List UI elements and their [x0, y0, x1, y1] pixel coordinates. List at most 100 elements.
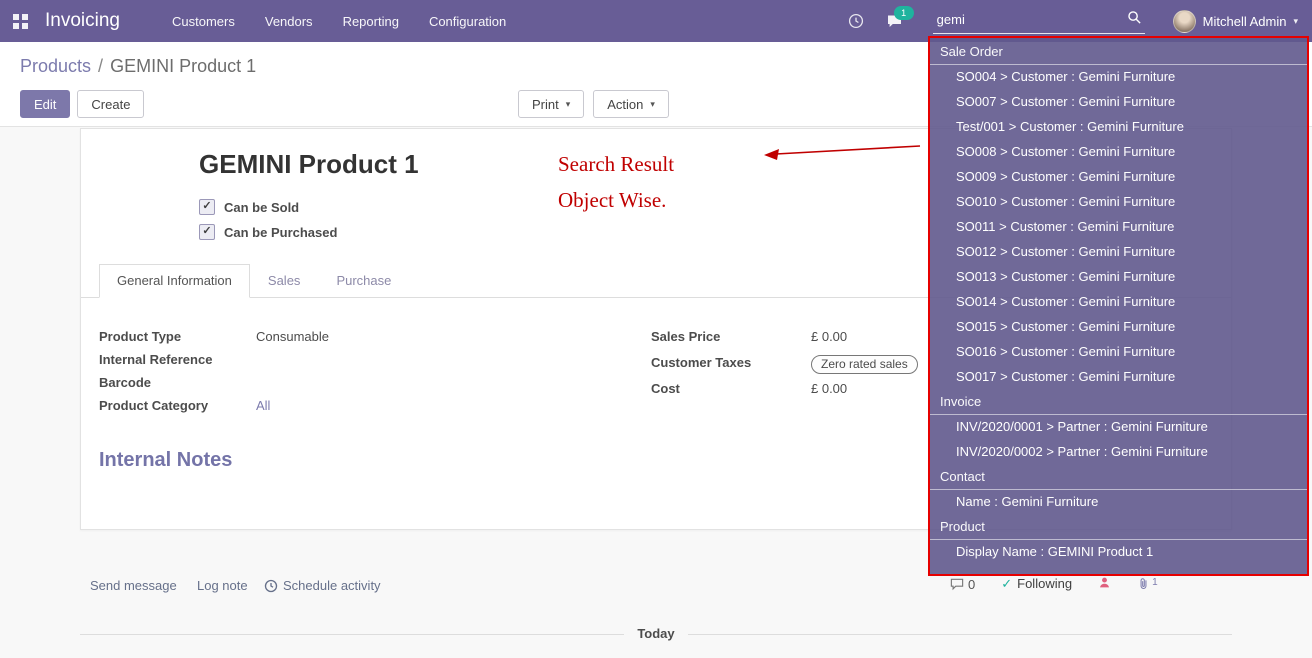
search-result-item[interactable]: SO004 > Customer : Gemini Furniture: [930, 65, 1307, 90]
screen: Invoicing Customers Vendors Reporting Confi…: [0, 0, 1312, 658]
field-value-sales-price: £ 0.00: [811, 329, 847, 344]
tab-sales[interactable]: Sales: [250, 264, 319, 297]
field-row: Product TypeConsumable: [99, 329, 529, 348]
notebook-tabs: General InformationSalesPurchase: [99, 264, 409, 297]
today-divider: Today: [80, 634, 1232, 653]
followers-icon[interactable]: [1098, 576, 1111, 592]
user-menu[interactable]: Mitchell Admin ▾: [1173, 10, 1298, 33]
product-title: GEMINI Product 1: [199, 149, 419, 180]
annotation-text: Search Result Object Wise.: [558, 146, 674, 218]
following-button[interactable]: ✓ Following: [1001, 576, 1072, 592]
search-result-item[interactable]: Test/001 > Customer : Gemini Furniture: [930, 115, 1307, 140]
search-result-item[interactable]: SO009 > Customer : Gemini Furniture: [930, 165, 1307, 190]
tab-purchase[interactable]: Purchase: [318, 264, 409, 297]
navbar-menu-reporting[interactable]: Reporting: [343, 14, 399, 29]
attachment-counter[interactable]: 1: [1137, 577, 1158, 591]
messages-icon[interactable]: 1: [886, 13, 903, 29]
schedule-activity-button[interactable]: Schedule activity: [264, 578, 381, 593]
search-result-item[interactable]: INV/2020/0002 > Partner : Gemini Furnitu…: [930, 440, 1307, 465]
search-result-item[interactable]: SO008 > Customer : Gemini Furniture: [930, 140, 1307, 165]
search-result-item[interactable]: Name : Gemini Furniture: [930, 490, 1307, 515]
record-buttons: Edit Create: [20, 90, 144, 118]
navbar-menu-vendors[interactable]: Vendors: [265, 14, 313, 29]
field-row: Barcode: [99, 375, 529, 394]
search-result-item[interactable]: SO016 > Customer : Gemini Furniture: [930, 340, 1307, 365]
caret-down-icon: ▾: [650, 99, 655, 110]
breadcrumb-current: GEMINI Product 1: [110, 56, 256, 76]
checkbox-row: ✓ Can be Sold: [199, 199, 337, 215]
field-row: Product CategoryAll: [99, 398, 529, 417]
field-label-sales-price: Sales Price: [651, 329, 811, 344]
field-label-product-type: Product Type: [99, 329, 256, 344]
annotation-line-1: Search Result: [558, 146, 674, 182]
field-row: Internal Reference: [99, 352, 529, 371]
search-result-item[interactable]: INV/2020/0001 > Partner : Gemini Furnitu…: [930, 415, 1307, 440]
action-dropdown-button[interactable]: Action▾: [593, 90, 669, 118]
apps-grid-icon[interactable]: [13, 14, 28, 29]
tab-general-information[interactable]: General Information: [99, 264, 250, 298]
search-result-item[interactable]: SO011 > Customer : Gemini Furniture: [930, 215, 1307, 240]
checkbox-can-be-sold[interactable]: ✓: [199, 199, 215, 215]
edit-button[interactable]: Edit: [20, 90, 70, 118]
breadcrumb: Products / GEMINI Product 1: [20, 56, 256, 77]
caret-down-icon: ▾: [1293, 16, 1298, 27]
checkbox-label: Can be Sold: [224, 200, 299, 215]
print-dropdown-button[interactable]: Print▾: [518, 90, 584, 118]
product-flags: ✓ Can be Sold ✓ Can be Purchased: [199, 199, 337, 240]
today-label: Today: [624, 626, 687, 641]
field-value-customer-taxes[interactable]: Zero rated sales: [811, 355, 918, 374]
field-value-product-category[interactable]: All: [256, 398, 270, 413]
create-button[interactable]: Create: [77, 90, 144, 118]
clock-icon: [264, 579, 278, 593]
result-group-invoice: Invoice: [930, 390, 1307, 415]
app-name[interactable]: Invoicing: [45, 10, 120, 32]
field-label-barcode: Barcode: [99, 375, 256, 390]
checkbox-row: ✓ Can be Purchased: [199, 224, 337, 240]
check-icon: ✓: [1001, 576, 1012, 592]
checkbox-can-be-purchased[interactable]: ✓: [199, 224, 215, 240]
fields-left: Product TypeConsumableInternal Reference…: [99, 329, 529, 421]
navbar-menu-configuration[interactable]: Configuration: [429, 14, 506, 29]
search-result-item[interactable]: SO012 > Customer : Gemini Furniture: [930, 240, 1307, 265]
annotation-arrow: [762, 142, 926, 164]
messages-badge: 1: [894, 6, 914, 20]
global-search: [933, 9, 1145, 34]
navbar-menu-customers[interactable]: Customers: [172, 14, 235, 29]
result-group-product: Product: [930, 515, 1307, 540]
navbar-right: 1 Mitchell Admin ▾: [848, 9, 1312, 34]
log-note-button[interactable]: Log note: [197, 578, 248, 593]
search-result-item[interactable]: SO015 > Customer : Gemini Furniture: [930, 315, 1307, 340]
result-group-contact: Contact: [930, 465, 1307, 490]
paperclip-icon: [1137, 577, 1150, 591]
user-name: Mitchell Admin: [1203, 14, 1287, 29]
field-label-cost: Cost: [651, 381, 811, 396]
search-result-item[interactable]: Display Name : GEMINI Product 1: [930, 540, 1307, 565]
field-label-internal-reference: Internal Reference: [99, 352, 256, 367]
chatter-toolbar: 0 ✓ Following 1: [950, 576, 1158, 592]
search-result-item[interactable]: SO017 > Customer : Gemini Furniture: [930, 365, 1307, 390]
search-results-dropdown: Sale OrderSO004 > Customer : Gemini Furn…: [928, 36, 1309, 576]
user-avatar: [1173, 10, 1196, 33]
navbar-menus: Customers Vendors Reporting Configuration: [172, 14, 506, 29]
activities-clock-icon[interactable]: [848, 13, 864, 29]
field-label-customer-taxes: Customer Taxes: [651, 355, 811, 370]
speech-bubble-icon: [950, 578, 964, 591]
search-result-item[interactable]: SO007 > Customer : Gemini Furniture: [930, 90, 1307, 115]
checkbox-label: Can be Purchased: [224, 225, 337, 240]
action-buttons: Print▾ Action▾: [518, 90, 669, 118]
caret-down-icon: ▾: [566, 99, 571, 110]
breadcrumb-products-link[interactable]: Products: [20, 56, 91, 76]
field-label-product-category: Product Category: [99, 398, 256, 413]
message-counter[interactable]: 0: [950, 577, 975, 592]
search-result-item[interactable]: SO014 > Customer : Gemini Furniture: [930, 290, 1307, 315]
search-icon[interactable]: [1127, 10, 1142, 30]
send-message-button[interactable]: Send message: [90, 578, 177, 593]
annotation-line-2: Object Wise.: [558, 182, 674, 218]
search-result-item[interactable]: SO010 > Customer : Gemini Furniture: [930, 190, 1307, 215]
result-group-sale-order: Sale Order: [930, 40, 1307, 65]
search-result-item[interactable]: SO013 > Customer : Gemini Furniture: [930, 265, 1307, 290]
search-input[interactable]: [933, 9, 1145, 34]
breadcrumb-separator: /: [98, 56, 103, 76]
field-value-product-type: Consumable: [256, 329, 329, 344]
internal-notes-heading: Internal Notes: [99, 449, 232, 472]
